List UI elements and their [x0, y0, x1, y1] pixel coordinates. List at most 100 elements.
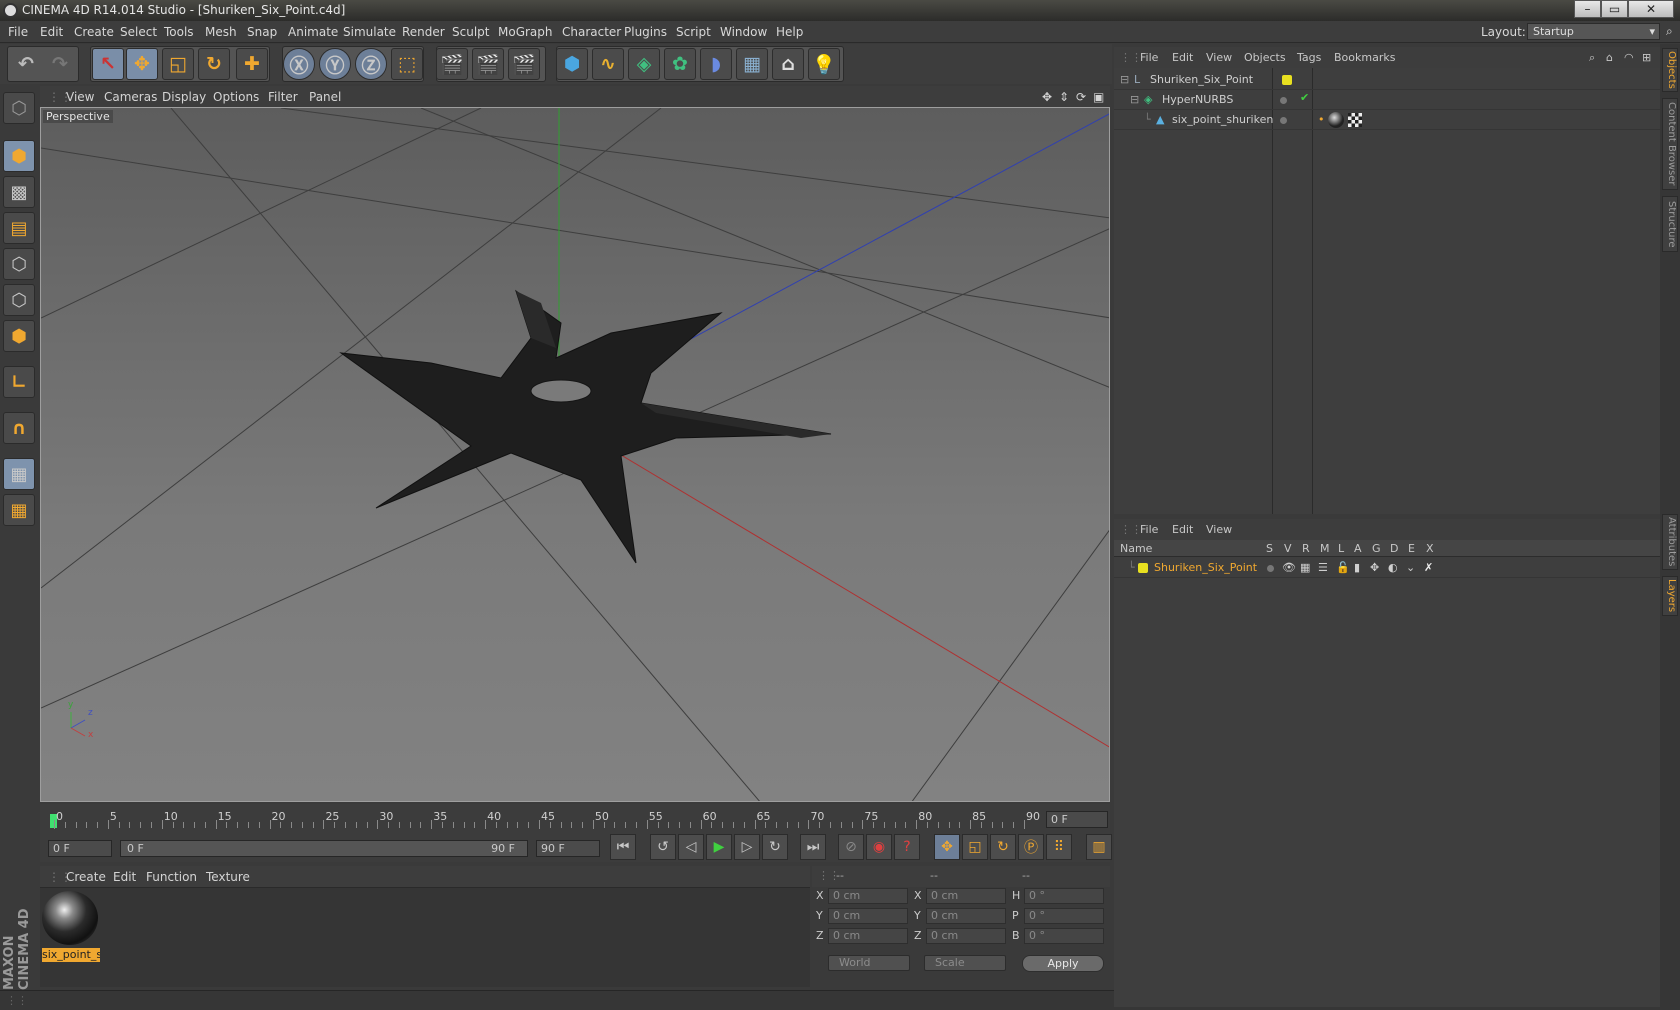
uvw-tag-icon[interactable]: [1348, 113, 1362, 127]
expand-icon[interactable]: ⊟: [1120, 73, 1129, 86]
key-param-icon[interactable]: Ⓟ: [1018, 834, 1044, 860]
timeline-window-icon[interactable]: ▥: [1086, 834, 1112, 860]
menu-tools[interactable]: Tools: [164, 25, 194, 39]
close-button[interactable]: ✕: [1628, 0, 1674, 18]
expand-icon[interactable]: ⊟: [1130, 93, 1139, 106]
deformer-icon[interactable]: ◗: [700, 48, 732, 80]
camera-icon[interactable]: ⌂: [772, 48, 804, 80]
material-tag-icon[interactable]: [1328, 112, 1344, 128]
end-frame-field[interactable]: 90 F: [536, 840, 600, 857]
size-z-field[interactable]: 0 cm: [926, 928, 1006, 944]
menu-help[interactable]: Help: [776, 25, 803, 39]
coord-mode-dropdown[interactable]: World: [828, 955, 910, 971]
make-editable-icon[interactable]: ⬡: [3, 92, 35, 124]
tab-attributes[interactable]: Attributes: [1662, 514, 1678, 570]
tab-content-browser[interactable]: Content Browser: [1662, 98, 1678, 190]
prev-key-icon[interactable]: ↺: [650, 834, 676, 860]
menu-animate[interactable]: Animate: [288, 25, 338, 39]
rotate-view-icon[interactable]: ⟳: [1076, 90, 1086, 104]
z-axis-lock-icon[interactable]: Ⓩ: [355, 48, 387, 80]
mat-menu-texture[interactable]: Texture: [206, 870, 250, 884]
layer-expression-icon[interactable]: ⌄: [1406, 561, 1415, 574]
col-render[interactable]: R: [1302, 542, 1310, 555]
col-xref[interactable]: X: [1426, 542, 1434, 555]
next-frame-icon[interactable]: ▷: [734, 834, 760, 860]
tab-structure[interactable]: Structure: [1662, 196, 1678, 252]
layer-color-swatch[interactable]: [1282, 75, 1292, 85]
undo-icon[interactable]: ↶: [10, 48, 42, 80]
live-selection-icon[interactable]: ↖: [92, 48, 124, 80]
enabled-check-icon[interactable]: ✔: [1300, 91, 1309, 104]
object-row[interactable]: └ ▲ six_point_shuriken •: [1114, 110, 1660, 130]
viewport-menu-view[interactable]: View: [66, 90, 94, 104]
move-icon[interactable]: ✥: [126, 48, 158, 80]
menu-simulate[interactable]: Simulate: [343, 25, 396, 39]
layer-row[interactable]: └ Shuriken_Six_Point 👁 ▦ ☰ 🔓 ▮ ✥ ◐ ⌄ ✗: [1114, 558, 1660, 578]
obj-menu-bookmarks[interactable]: Bookmarks: [1334, 51, 1395, 64]
workplane-icon[interactable]: ▤: [3, 212, 35, 244]
texture-mode-icon[interactable]: ▩: [3, 176, 35, 208]
minimize-button[interactable]: –: [1574, 0, 1601, 18]
rotation-b-field[interactable]: 0 °: [1024, 928, 1104, 944]
col-solo[interactable]: S: [1266, 542, 1273, 555]
obj-menu-objects[interactable]: Objects: [1244, 51, 1286, 64]
search-icon[interactable]: ⌕: [1589, 51, 1595, 65]
layer-deformer-icon[interactable]: ◐: [1388, 561, 1398, 574]
render-picture-viewer-icon[interactable]: 🎬: [472, 48, 504, 80]
timeline-ruler[interactable]: 0 5 10 15 20 25 30 35 40 45 50 55 60 65 70 75 80 85 90 0 F: [40, 804, 1110, 834]
col-deformers[interactable]: D: [1390, 542, 1398, 555]
next-key-icon[interactable]: ↻: [762, 834, 788, 860]
col-name[interactable]: Name: [1120, 542, 1152, 555]
obj-menu-view[interactable]: View: [1206, 51, 1232, 64]
key-scale-icon[interactable]: ◱: [962, 834, 988, 860]
floor-icon[interactable]: ▦: [736, 48, 768, 80]
col-view[interactable]: V: [1284, 542, 1292, 555]
object-name[interactable]: Shuriken_Six_Point: [1150, 73, 1253, 86]
x-axis-lock-icon[interactable]: Ⓧ: [283, 48, 315, 80]
polygons-mode-icon[interactable]: ⬢: [3, 320, 35, 352]
layer-animation-icon[interactable]: ▮: [1354, 561, 1360, 574]
layer-generator-icon[interactable]: ✥: [1370, 561, 1379, 574]
menu-render[interactable]: Render: [402, 25, 445, 39]
menu-file[interactable]: File: [8, 25, 28, 39]
y-axis-lock-icon[interactable]: Ⓨ: [319, 48, 351, 80]
coordinate-system-icon[interactable]: ⬚: [391, 48, 423, 80]
layer-lock-icon[interactable]: 🔓: [1336, 561, 1350, 574]
spline-icon[interactable]: ∿: [592, 48, 624, 80]
key-rotation-icon[interactable]: ↻: [990, 834, 1016, 860]
menu-select[interactable]: Select: [120, 25, 157, 39]
start-frame-field[interactable]: 0 F: [48, 840, 112, 857]
layout-dropdown[interactable]: Startup ▾: [1527, 23, 1660, 40]
position-y-field[interactable]: 0 cm: [828, 908, 908, 924]
size-x-field[interactable]: 0 cm: [926, 888, 1006, 904]
layer-menu-file[interactable]: File: [1140, 523, 1158, 536]
rotate-icon[interactable]: ↻: [198, 48, 230, 80]
apply-button[interactable]: Apply: [1022, 955, 1104, 972]
layer-solo-dot[interactable]: [1267, 565, 1274, 572]
record-key-icon[interactable]: ◉: [866, 834, 892, 860]
magnet-snap-icon[interactable]: ∩: [3, 412, 35, 444]
tab-objects[interactable]: Objects: [1662, 48, 1678, 92]
object-name[interactable]: HyperNURBS: [1162, 93, 1233, 106]
layer-manager-icon[interactable]: ☰: [1318, 561, 1328, 574]
object-name[interactable]: six_point_shuriken: [1172, 113, 1273, 126]
current-frame-field[interactable]: 0 F: [1046, 811, 1108, 828]
rotation-p-field[interactable]: 0 °: [1024, 908, 1104, 924]
menu-mograph[interactable]: MoGraph: [498, 25, 553, 39]
viewport-menu-display[interactable]: Display: [162, 90, 206, 104]
mat-menu-function[interactable]: Function: [146, 870, 197, 884]
tab-layers[interactable]: Layers: [1662, 576, 1678, 616]
layer-menu-edit[interactable]: Edit: [1172, 523, 1193, 536]
sculpt-grid-icon[interactable]: ▦: [3, 494, 35, 526]
key-position-icon[interactable]: ✥: [934, 834, 960, 860]
menu-script[interactable]: Script: [676, 25, 711, 39]
cube-icon[interactable]: ⬢: [556, 48, 588, 80]
material-name[interactable]: six_point_s: [42, 948, 100, 962]
collapse-icon[interactable]: ◠: [1624, 51, 1634, 64]
col-expressions[interactable]: E: [1408, 542, 1415, 555]
menu-create[interactable]: Create: [74, 25, 114, 39]
render-settings-icon[interactable]: 🎬: [508, 48, 540, 80]
zoom-view-icon[interactable]: ⇕: [1059, 90, 1069, 104]
model-mode-icon[interactable]: ⬢: [3, 140, 35, 172]
visibility-dot[interactable]: [1280, 97, 1287, 104]
